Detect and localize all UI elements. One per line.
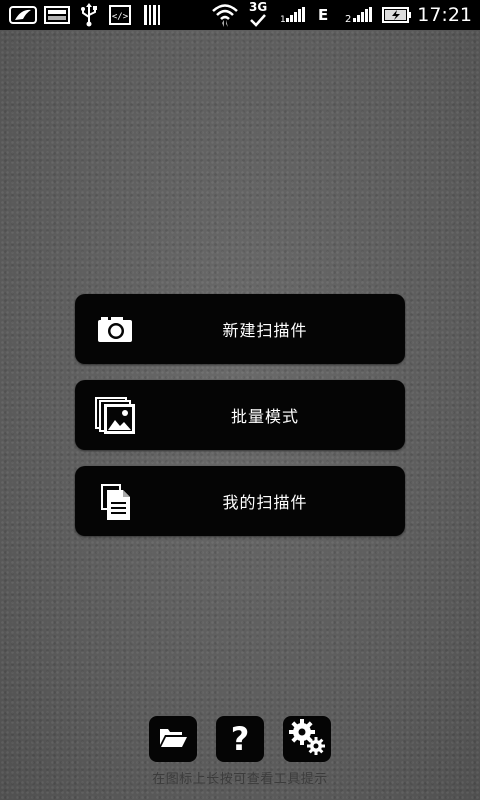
network-e-label: E: [318, 6, 329, 24]
help-icon: ?: [230, 720, 250, 758]
my-scans-label: 我的扫描件: [222, 493, 308, 512]
new-scan-label: 新建扫描件: [222, 321, 308, 340]
folder-open-icon: [158, 725, 188, 753]
signal-icon: 1: [280, 0, 306, 30]
battery-charging-icon: [381, 0, 413, 30]
image-icon: [43, 0, 71, 30]
documents-icon: [95, 482, 137, 522]
help-button[interactable]: ?: [216, 716, 264, 762]
batch-mode-button[interactable]: 批量模式: [75, 380, 405, 450]
settings-gears-icon: [287, 717, 327, 761]
svg-text:2: 2: [345, 14, 351, 23]
signal-icon-2: 2: [344, 0, 374, 30]
check-icon: [248, 10, 268, 30]
usb-icon: [78, 0, 100, 30]
image-stack-icon: [95, 396, 137, 436]
status-time: 17:21: [417, 4, 472, 26]
tooltip-hint: 在图标上长按可查看工具提示: [152, 772, 328, 787]
camera-icon: [95, 310, 137, 350]
barcode-icon: [142, 0, 162, 30]
status-bar: </> 3G 1 E 2 17:21: [0, 0, 480, 30]
open-folder-button[interactable]: [149, 716, 197, 762]
my-scans-button[interactable]: 我的扫描件: [75, 466, 405, 536]
batch-mode-label: 批量模式: [230, 407, 299, 426]
sd-card-icon: [8, 0, 38, 30]
wifi-icon: [210, 0, 240, 30]
code-icon: </>: [108, 0, 132, 30]
svg-text:1: 1: [280, 15, 286, 23]
main-menu: 新建扫描件 批量模式 我的扫描件: [75, 294, 405, 552]
new-scan-button[interactable]: 新建扫描件: [75, 294, 405, 364]
bottom-toolbar: ?: [149, 716, 331, 762]
svg-text:</>: </>: [112, 12, 129, 22]
settings-button[interactable]: [283, 716, 331, 762]
